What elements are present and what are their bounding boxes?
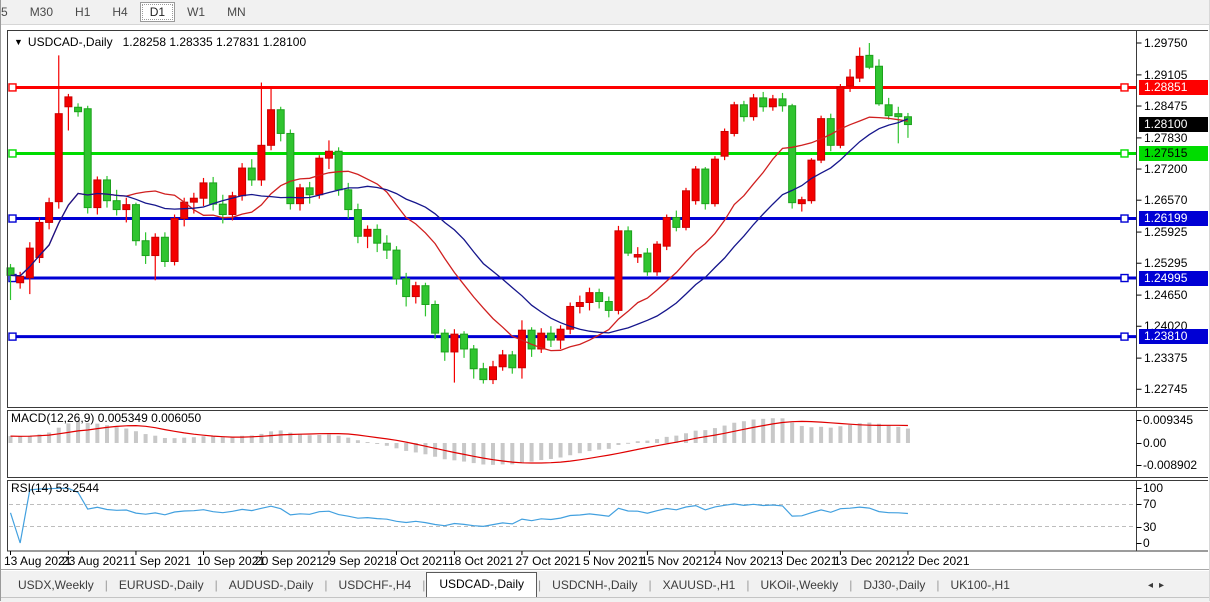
- hline-price-badge: 1.23810: [1139, 329, 1208, 344]
- date-axis-label: 5 Nov 2021: [583, 554, 644, 568]
- chart-tab-xauusd-h1[interactable]: XAUUSD-,H1: [653, 574, 746, 597]
- date-axis-label: 1 Sep 2021: [129, 554, 190, 568]
- price-axis-label: 1.29750: [1144, 36, 1187, 50]
- date-axis-label: 13 Dec 2021: [834, 554, 902, 568]
- date-axis-label: 24 Nov 2021: [708, 554, 776, 568]
- chart-tab-eurusd-daily[interactable]: EURUSD-,Daily: [109, 574, 214, 597]
- macd-axis-label: 0.009345: [1143, 413, 1193, 427]
- rsi-axis-label: 70: [1143, 497, 1156, 511]
- chart-title: ▼ USDCAD-,Daily 1.28258 1.28335 1.27831 1.…: [14, 35, 306, 49]
- tab-scroll-buttons: ◂▸: [1148, 580, 1170, 591]
- date-axis-label: 15 Nov 2021: [641, 554, 709, 568]
- date-axis-label: 23 Aug 2021: [62, 554, 129, 568]
- price-axis-label: 1.22745: [1144, 382, 1187, 396]
- date-axis-label: 3 Dec 2021: [776, 554, 837, 568]
- macd-axis-label: -0.008902: [1143, 458, 1197, 472]
- chart-tab-usdcnh-daily[interactable]: USDCNH-,Daily: [542, 574, 647, 597]
- chart-tab-usdcad-daily[interactable]: USDCAD-,Daily: [426, 572, 537, 597]
- chart-ohlc-values: 1.28258 1.28335 1.27831 1.28100: [123, 35, 307, 49]
- date-axis-label: 29 Sep 2021: [322, 554, 390, 568]
- date-axis-label: 20 Sep 2021: [255, 554, 323, 568]
- rsi-axis-label: 30: [1143, 520, 1156, 534]
- symbol-dropdown-icon[interactable]: ▼: [14, 37, 23, 47]
- macd-indicator-label: MACD(12,26,9) 0.005349 0.006050: [11, 411, 201, 425]
- timeframe-button-m30[interactable]: M30: [20, 2, 63, 22]
- rsi-axis-label: 100: [1143, 481, 1163, 495]
- price-axis-label: 1.25295: [1144, 256, 1187, 270]
- rsi-axis-label: 0: [1143, 536, 1150, 550]
- timeframe-toolbar: 5M30H1H4D1W1MN: [0, 0, 1210, 25]
- hline-price-badge: 1.26199: [1139, 211, 1208, 226]
- price-axis-label: 1.28475: [1144, 99, 1187, 113]
- chart-symbol-label: USDCAD-,Daily: [28, 35, 113, 49]
- timeframe-button-mn[interactable]: MN: [217, 2, 256, 22]
- timeframe-button-w1[interactable]: W1: [177, 2, 215, 22]
- price-axis-label: 1.27830: [1144, 131, 1187, 145]
- date-axis-label: 27 Oct 2021: [515, 554, 580, 568]
- chart-tab-dj30-daily[interactable]: DJ30-,Daily: [853, 574, 935, 597]
- price-axis-label: 1.27200: [1144, 162, 1187, 176]
- price-axis-label: 1.23375: [1144, 351, 1187, 365]
- status-bar-edge: [0, 597, 1210, 602]
- price-axis-label: 1.25925: [1144, 225, 1187, 239]
- date-axis-label: 8 Oct 2021: [390, 554, 449, 568]
- chart-tab-usdchf-h4[interactable]: USDCHF-,H4: [329, 574, 422, 597]
- price-chart-canvas[interactable]: [0, 0, 1210, 601]
- timeframe-button-h1[interactable]: H1: [65, 2, 100, 22]
- current-price-badge: 1.28100: [1139, 117, 1208, 132]
- rsi-indicator-label: RSI(14) 53.2544: [11, 481, 99, 495]
- chart-tab-uk100-h1[interactable]: UK100-,H1: [941, 574, 1020, 597]
- chart-tab-bar: USDX,Weekly|EURUSD-,Daily|AUDUSD-,Daily|…: [0, 569, 1210, 597]
- hline-price-badge: 1.28851: [1139, 80, 1208, 95]
- timeframe-button-d1[interactable]: D1: [140, 2, 175, 22]
- date-axis-label: 22 Dec 2021: [901, 554, 969, 568]
- tab-scroll-right-icon[interactable]: ▸: [1159, 580, 1170, 591]
- hline-price-badge: 1.24995: [1139, 271, 1208, 286]
- chart-tab-audusd-daily[interactable]: AUDUSD-,Daily: [219, 574, 324, 597]
- price-axis-label: 1.26570: [1144, 193, 1187, 207]
- chart-tab-usdx-weekly[interactable]: USDX,Weekly: [8, 574, 104, 597]
- window-left-edge: [0, 0, 1, 601]
- timeframe-button-5[interactable]: 5: [0, 2, 18, 22]
- tab-scroll-left-icon[interactable]: ◂: [1148, 580, 1159, 591]
- price-axis-label: 1.24650: [1144, 288, 1187, 302]
- macd-axis-label: 0.00: [1143, 436, 1166, 450]
- timeframe-button-h4[interactable]: H4: [102, 2, 137, 22]
- hline-price-badge: 1.27515: [1139, 146, 1208, 161]
- date-axis-label: 18 Oct 2021: [448, 554, 513, 568]
- chart-tab-ukoil-weekly[interactable]: UKOil-,Weekly: [750, 574, 848, 597]
